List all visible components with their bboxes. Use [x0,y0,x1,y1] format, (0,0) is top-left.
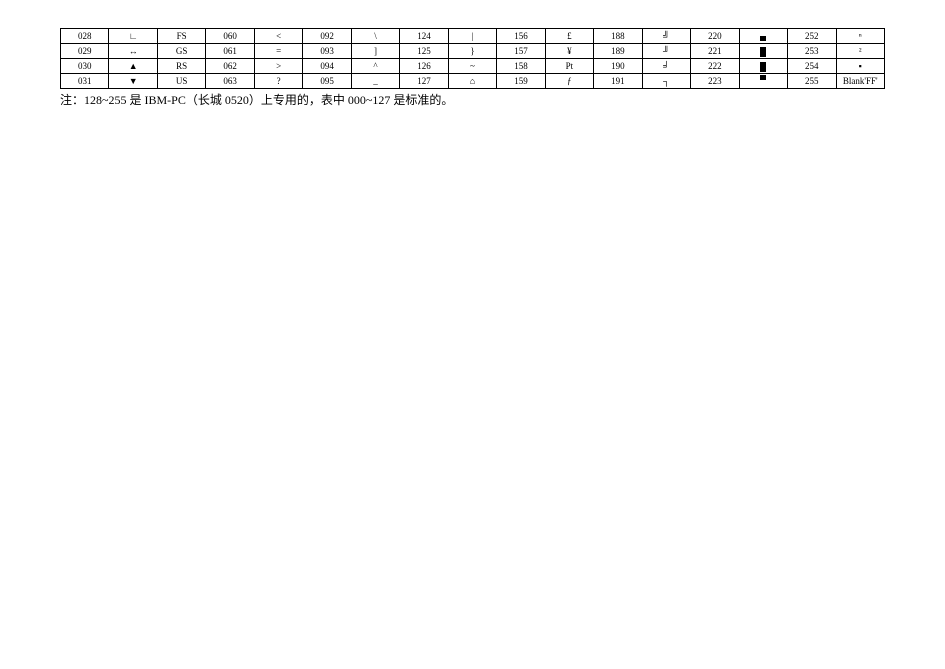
cell-code: < [254,29,302,44]
cell-char: 190 [594,59,642,74]
cell-code: Blank'FF' [836,74,885,89]
cell-char: 158 [497,59,545,74]
cell-code: ? [254,74,302,89]
cell-code: 031 [61,74,109,89]
table-row: 029 ↔ GS 061 = 093 ] 125 } 157 ¥ 189 ╜ 2… [61,44,885,59]
cell-char: 094 [303,59,351,74]
cell-char: 255 [788,74,836,89]
cell-code: ╛ [642,59,690,74]
cell-code: ¥ [545,44,593,59]
cell-char: 253 [788,44,836,59]
table-row: 030 ▲ RS 062 > 094 ^ 126 ~ 158 Pt 190 ╛ … [61,59,885,74]
cell-code: = [254,44,302,59]
cell-char: ▲ [109,59,157,74]
cell-code: ² [836,44,885,59]
cell-char: ▼ [109,74,157,89]
cell-char: 060 [206,29,254,44]
block-glyph-icon [760,62,766,72]
table-row: 028 ∟ FS 060 < 092 \ 124 | 156 £ 188 ╝ 2… [61,29,885,44]
block-glyph-icon [760,47,766,57]
cell-char: 062 [206,59,254,74]
cell-char: 092 [303,29,351,44]
cell-code: ƒ [545,74,593,89]
cell-code: 029 [61,44,109,59]
cell-char: 254 [788,59,836,74]
cell-code: ^ [351,59,399,74]
cell-code: ] [351,44,399,59]
cell-char: 220 [691,29,739,44]
cell-code [739,59,787,74]
cell-char: 063 [206,74,254,89]
page-content: 028 ∟ FS 060 < 092 \ 124 | 156 £ 188 ╝ 2… [0,0,945,108]
cell-code: ┐ [642,74,690,89]
cell-code: ⌂ [448,74,496,89]
cell-char: 124 [400,29,448,44]
cell-char: 093 [303,44,351,59]
cell-code: \ [351,29,399,44]
block-glyph-icon [760,75,766,80]
cell-char: 191 [594,74,642,89]
cell-char: 189 [594,44,642,59]
ascii-table: 028 ∟ FS 060 < 092 \ 124 | 156 £ 188 ╝ 2… [60,28,885,89]
cell-code: £ [545,29,593,44]
cell-code: _ [351,74,399,89]
cell-char: 222 [691,59,739,74]
cell-char: 156 [497,29,545,44]
cell-code: ▪ [836,59,885,74]
cell-char: 126 [400,59,448,74]
table-row: 031 ▼ US 063 ? 095 _ 127 ⌂ 159 ƒ 191 ┐ 2… [61,74,885,89]
cell-code: RS [157,59,205,74]
cell-char: ∟ [109,29,157,44]
cell-char: 188 [594,29,642,44]
cell-char: 221 [691,44,739,59]
cell-code: ╝ [642,29,690,44]
cell-char: 125 [400,44,448,59]
cell-char: 252 [788,29,836,44]
cell-code [739,74,787,89]
cell-code: ~ [448,59,496,74]
footnote: 注：128~255 是 IBM-PC（长城 0520）上专用的，表中 000~1… [60,92,885,108]
cell-code: GS [157,44,205,59]
cell-char: 223 [691,74,739,89]
cell-code: ╜ [642,44,690,59]
cell-char: 127 [400,74,448,89]
cell-code: > [254,59,302,74]
block-glyph-icon [760,36,766,41]
cell-char: 159 [497,74,545,89]
cell-char: ↔ [109,44,157,59]
cell-char: 061 [206,44,254,59]
cell-code: ⁿ [836,29,885,44]
cell-code: 030 [61,59,109,74]
cell-code: Pt [545,59,593,74]
cell-code [739,44,787,59]
cell-code [739,29,787,44]
cell-code: FS [157,29,205,44]
cell-code: 028 [61,29,109,44]
cell-code: | [448,29,496,44]
cell-code: US [157,74,205,89]
cell-code: } [448,44,496,59]
cell-char: 157 [497,44,545,59]
cell-char: 095 [303,74,351,89]
